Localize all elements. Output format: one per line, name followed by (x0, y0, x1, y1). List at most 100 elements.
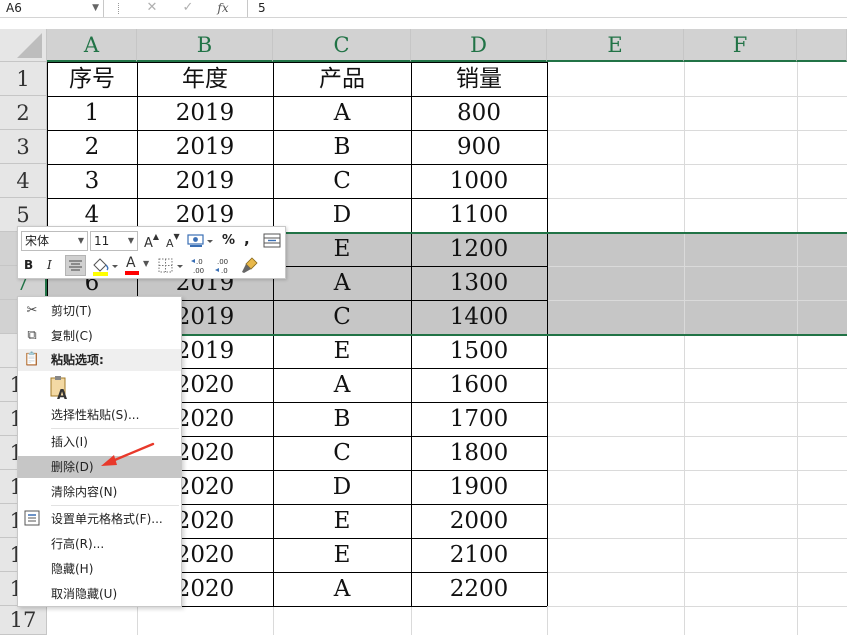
name-box[interactable]: A6 ▼ (0, 0, 104, 17)
select-all-triangle-icon (17, 33, 42, 58)
table-border (47, 164, 547, 165)
chevron-down-icon[interactable]: ▼ (92, 0, 99, 16)
menu-item-hide[interactable]: 隐藏(H) (18, 558, 181, 580)
table-cell[interactable]: C (273, 436, 411, 470)
table-cell[interactable]: A (273, 266, 411, 300)
table-border (47, 130, 547, 131)
accounting-format-button[interactable] (186, 231, 214, 251)
svg-text:.00: .00 (193, 267, 204, 275)
menu-item-row-height-label: 行高(R)... (51, 537, 105, 551)
cancel-icon[interactable]: ✕ (143, 0, 161, 17)
decrease-decimal-button[interactable]: .00 .0 (214, 255, 236, 277)
row-header-4[interactable]: 4 (0, 164, 47, 198)
table-cell[interactable]: D (273, 198, 411, 232)
column-header-c[interactable]: C (273, 29, 411, 62)
increase-decimal-button[interactable]: .0 .00 (190, 255, 212, 277)
table-cell[interactable]: 800 (411, 96, 547, 130)
paste-options-header: 📋 粘贴选项: (18, 349, 181, 371)
table-cell[interactable]: 1300 (411, 266, 547, 300)
formula-input[interactable]: 5 (247, 0, 847, 17)
column-header-f[interactable]: F (684, 29, 797, 62)
table-cell[interactable]: E (273, 538, 411, 572)
table-cell[interactable]: 2019 (137, 130, 273, 164)
chevron-down-icon: ▼ (127, 236, 134, 245)
table-cell[interactable]: A (273, 96, 411, 130)
table-cell[interactable]: 2019 (137, 96, 273, 130)
increase-font-button[interactable]: A▲ (144, 232, 162, 251)
table-header-cell[interactable]: 销量 (411, 62, 547, 96)
table-cell[interactable]: 1800 (411, 436, 547, 470)
italic-button[interactable]: I (47, 256, 63, 274)
table-cell[interactable]: 1700 (411, 402, 547, 436)
borders-button[interactable] (156, 255, 188, 277)
table-cell[interactable]: B (273, 402, 411, 436)
menu-item-format-cells[interactable]: 设置单元格格式(F)... (18, 508, 181, 530)
table-cell[interactable]: 2019 (137, 164, 273, 198)
table-cell[interactable]: 1100 (411, 198, 547, 232)
table-cell[interactable]: C (273, 300, 411, 334)
table-cell[interactable]: 2200 (411, 572, 547, 606)
decrease-font-button[interactable]: A▼ (166, 232, 184, 250)
table-cell[interactable]: A (273, 572, 411, 606)
table-cell[interactable]: 2000 (411, 504, 547, 538)
font-color-button[interactable]: A ▼ (122, 255, 152, 277)
table-cell[interactable]: 1 (47, 96, 137, 130)
menu-item-clear-contents[interactable]: 清除内容(N) (18, 481, 181, 503)
menu-item-row-height[interactable]: 行高(R)... (18, 533, 181, 555)
menu-item-unhide-label: 取消隐藏(U) (51, 587, 118, 601)
menu-item-unhide[interactable]: 取消隐藏(U) (18, 583, 181, 605)
menu-item-copy-label: 复制(C) (51, 329, 93, 343)
insert-function-icon[interactable]: fx (214, 0, 232, 17)
format-painter-button[interactable] (240, 255, 262, 277)
table-cell[interactable]: D (273, 470, 411, 504)
table-cell[interactable]: E (273, 504, 411, 538)
table-cell[interactable]: E (273, 232, 411, 266)
table-cell[interactable]: 2 (47, 130, 137, 164)
menu-item-cut[interactable]: ✂ 剪切(T) (18, 300, 181, 322)
align-center-icon (69, 260, 82, 271)
font-name-select[interactable]: 宋体 ▼ (21, 231, 88, 251)
table-cell[interactable]: C (273, 164, 411, 198)
chevron-down-icon: ▼ (143, 259, 150, 268)
font-size-select[interactable]: 11 ▼ (90, 231, 138, 251)
column-header-d[interactable]: D (411, 29, 547, 62)
comma-style-button[interactable]: , (244, 230, 250, 248)
row-header-17[interactable]: 17 (0, 606, 47, 635)
table-cell[interactable]: 1900 (411, 470, 547, 504)
percent-style-button[interactable]: % (222, 232, 235, 250)
select-all-button[interactable] (0, 29, 47, 62)
table-header-cell[interactable]: 年度 (137, 62, 273, 96)
copy-icon: ⧉ (27, 328, 37, 343)
column-header-b[interactable]: B (137, 29, 273, 62)
table-cell[interactable]: 2100 (411, 538, 547, 572)
table-cell[interactable]: 1500 (411, 334, 547, 368)
table-cell[interactable]: 3 (47, 164, 137, 198)
column-header-e[interactable]: E (547, 29, 684, 62)
menu-item-copy[interactable]: ⧉ 复制(C) (18, 325, 181, 347)
table-cell[interactable]: A (273, 368, 411, 402)
center-align-button[interactable] (65, 255, 86, 276)
accounting-format-icon (187, 234, 213, 247)
fill-color-button[interactable] (90, 255, 120, 277)
table-cell[interactable]: 1600 (411, 368, 547, 402)
fill-color-icon (93, 258, 118, 276)
enter-icon[interactable]: ✓ (179, 0, 197, 17)
column-header-g[interactable] (797, 29, 847, 62)
table-cell[interactable]: 1200 (411, 232, 547, 266)
row-header-2[interactable]: 2 (0, 96, 47, 130)
table-header-cell[interactable]: 产品 (273, 62, 411, 96)
table-header-cell[interactable]: 序号 (47, 62, 137, 96)
table-cell[interactable]: 900 (411, 130, 547, 164)
menu-item-paste-special[interactable]: 选择性粘贴(S)... (18, 404, 181, 426)
table-cell[interactable]: B (273, 130, 411, 164)
row-header-1[interactable]: 1 (0, 62, 47, 96)
menu-separator (51, 505, 179, 506)
table-cell[interactable]: 1400 (411, 300, 547, 334)
paste-values-button[interactable]: A (49, 375, 71, 403)
table-cell[interactable]: 1000 (411, 164, 547, 198)
row-header-3[interactable]: 3 (0, 130, 47, 164)
merge-center-button[interactable] (261, 230, 283, 252)
column-header-a[interactable]: A (47, 29, 137, 62)
bold-button[interactable]: B (24, 256, 40, 274)
table-cell[interactable]: E (273, 334, 411, 368)
